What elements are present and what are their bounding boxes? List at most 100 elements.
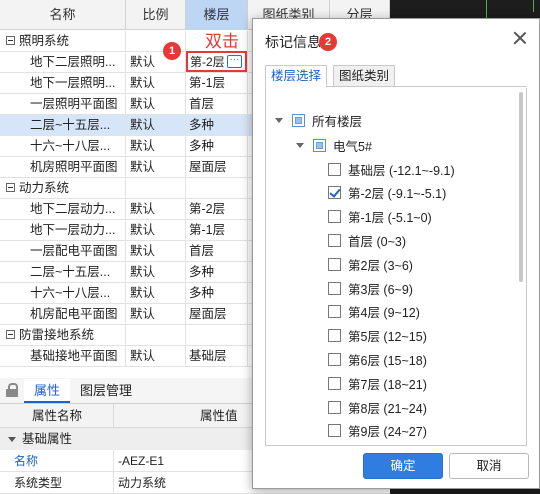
cell-ratio[interactable] [126,325,186,346]
floor-item[interactable]: 第8层 (21~24) [328,397,427,417]
tab-drawing-type[interactable]: 图纸类别 [333,65,396,87]
cell-ratio[interactable]: 默认 [126,220,186,241]
floor-item[interactable]: 第4层 (9~12) [328,302,420,322]
all-floors-checkbox[interactable] [292,113,305,127]
cell-floor[interactable]: 多种 [186,262,248,283]
cell-ratio[interactable]: 默认 [126,346,186,367]
cell-name[interactable]: 一层配电平面图 [0,241,126,262]
cell-name[interactable]: 二层~十五层... [0,115,126,136]
cell-name[interactable]: 防雷接地系统 [0,325,126,346]
floor-item[interactable]: 第10层 (27~30) [328,445,434,446]
cell-name[interactable]: 机房照明平面图 [0,157,126,178]
cell-ratio[interactable]: 默认 [126,157,186,178]
floor-checkbox[interactable] [328,281,341,295]
cell-ratio[interactable]: 默认 [126,304,186,325]
floor-checkbox[interactable] [328,257,341,271]
scrollbar[interactable] [519,92,523,282]
cell-ratio[interactable]: 默认 [126,94,186,115]
expand-arrow-icon[interactable] [296,142,304,148]
header-name[interactable]: 名称 [0,0,126,30]
cell-name[interactable]: 机房配电平面图 [0,304,126,325]
cell-floor[interactable]: 第-1层 [186,73,248,94]
close-icon[interactable] [513,31,527,45]
cell-floor[interactable]: 多种 [186,115,248,136]
cell-ratio[interactable]: 默认 [126,262,186,283]
ok-button[interactable]: 确定 [363,453,443,479]
expand-arrow-icon[interactable] [275,117,283,123]
cell-floor[interactable]: 第-2层 [186,199,248,220]
floor-item[interactable]: 基础层 (-12.1~-9.1) [328,159,455,179]
cell-ratio[interactable]: 默认 [126,241,186,262]
cell-ratio[interactable] [126,178,186,199]
header-ratio[interactable]: 比例 [126,0,186,30]
cell-floor[interactable]: 首层 [186,241,248,262]
floor-checkbox[interactable] [328,376,341,390]
collapse-icon[interactable] [6,330,15,340]
cell-ratio[interactable]: 默认 [126,115,186,136]
floor-checkbox[interactable] [328,424,341,438]
cell-ratio[interactable]: 默认 [126,136,186,157]
cell-name[interactable]: 地下一层动力... [0,220,126,241]
cell-name[interactable]: 动力系统 [0,178,126,199]
lock-icon[interactable] [6,383,18,397]
cell-name[interactable]: 十六~十八层... [0,136,126,157]
cell-floor[interactable] [186,325,248,346]
floor-label: 首层 (0~3) [348,234,407,249]
cell-floor[interactable]: 屋面层 [186,304,248,325]
floor-checkbox[interactable] [328,400,341,414]
collapse-icon[interactable] [6,36,15,46]
tree-building-row[interactable]: 电气5# [296,135,372,155]
cell-name[interactable]: 十六~十八层... [0,283,126,304]
tab-floor-select[interactable]: 楼层选择 [265,65,328,88]
more-options-button[interactable]: ··· [227,55,242,68]
floor-item[interactable]: 第9层 (24~27) [328,421,427,441]
floor-checkbox[interactable] [328,233,341,247]
floor-item[interactable]: 第5层 (12~15) [328,326,427,346]
cell-ratio[interactable]: 默认 [126,73,186,94]
cancel-button[interactable]: 取消 [449,453,529,479]
cell-name[interactable]: 地下二层动力... [0,199,126,220]
dialog-title: 标记信息 [265,34,321,50]
header-floor[interactable]: 楼层 [186,0,248,30]
floor-label: 第9层 (24~27) [348,425,427,440]
cell-ratio[interactable]: 默认 [126,283,186,304]
cell-floor[interactable]: 基础层 [186,346,248,367]
collapse-icon[interactable] [6,183,15,193]
cell-floor[interactable]: 首层 [186,94,248,115]
floor-item[interactable]: 第2层 (3~6) [328,254,413,274]
floor-item[interactable]: 第-2层 (-9.1~-5.1) [328,183,446,203]
floor-item[interactable]: 第3层 (6~9) [328,278,413,298]
floor-checkbox[interactable] [328,352,341,366]
cell-name[interactable]: 基础接地平面图 [0,346,126,367]
floor-item[interactable]: 第7层 (18~21) [328,373,427,393]
floor-item[interactable]: 首层 (0~3) [328,230,406,250]
tree-root-row[interactable]: 所有楼层 [275,110,362,130]
floor-item[interactable]: 第6层 (15~18) [328,349,427,369]
cell-name-text: 动力系统 [19,181,70,195]
double-click-label: 双击 [205,32,239,51]
cell-floor[interactable] [186,178,248,199]
floor-checkbox[interactable] [328,329,341,343]
floor-checkbox[interactable] [328,210,341,224]
cell-name[interactable]: 地下二层照明... [0,52,126,73]
cell-name[interactable]: 二层~十五层... [0,262,126,283]
building-checkbox[interactable] [313,138,326,152]
cell-floor[interactable]: 多种 [186,136,248,157]
cell-floor[interactable]: 多种 [186,283,248,304]
cell-name[interactable]: 地下一层照明... [0,73,126,94]
floor-label: 第-1层 (-5.1~0) [348,211,432,226]
floor-edit-cell[interactable]: 第-2层 ··· [186,51,247,72]
floor-checkbox[interactable] [328,305,341,319]
tab-properties[interactable]: 属性 [24,379,71,403]
cell-floor[interactable]: 第-1层 [186,220,248,241]
cell-floor[interactable]: 屋面层 [186,157,248,178]
floor-item[interactable]: 第-1层 (-5.1~0) [328,207,432,227]
floor-checkbox[interactable] [328,186,341,200]
floor-checkbox[interactable] [328,162,341,176]
cell-ratio[interactable]: 默认 [126,199,186,220]
cell-name-text: 地下二层动力... [30,202,116,216]
cell-name[interactable]: 照明系统 [0,31,126,52]
step-badge-2: 2 [319,33,337,51]
cell-name[interactable]: 一层照明平面图 [0,94,126,115]
tab-layer-manager[interactable]: 图层管理 [70,379,142,403]
